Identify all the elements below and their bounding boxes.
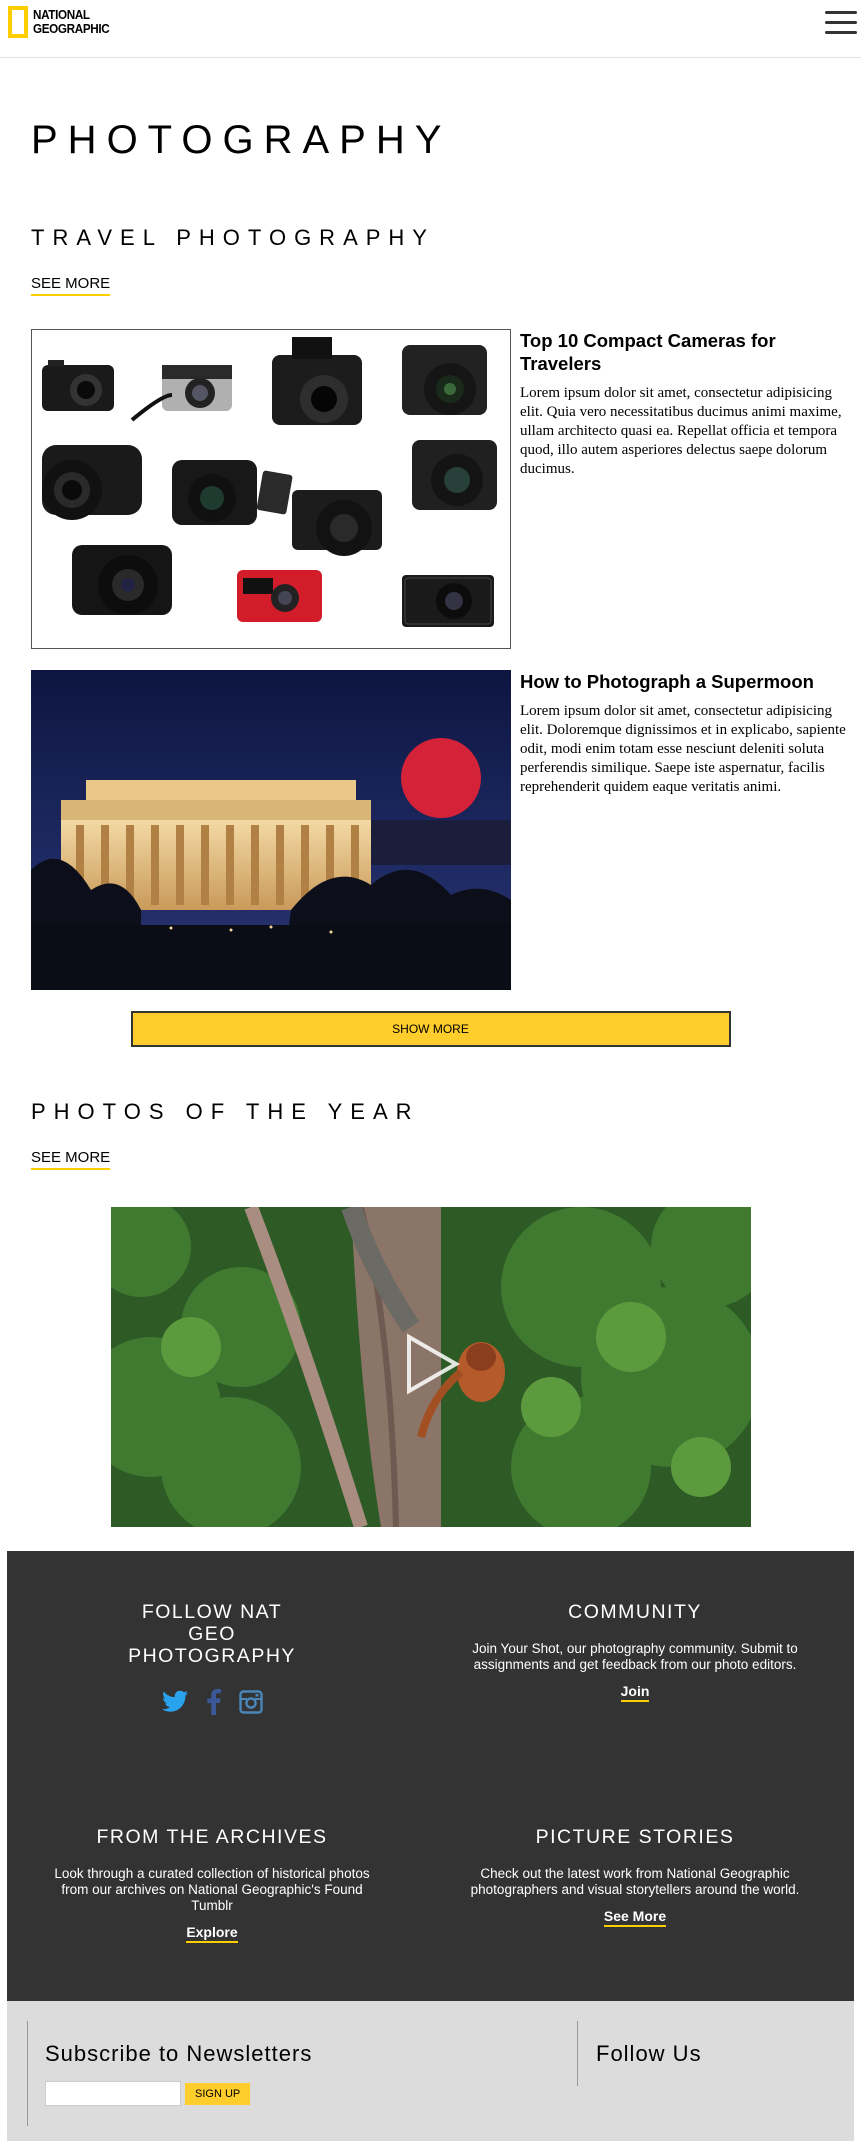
newsletter-section: Subscribe to Newsletters SIGN UP Follow …: [7, 2001, 854, 2141]
compact-cameras-illustration: [32, 330, 510, 648]
article-title[interactable]: How to Photograph a Supermoon: [520, 670, 850, 693]
follow-us-title: Follow Us: [596, 2041, 702, 2066]
photos-of-the-year-heading: PHOTOS OF THE YEAR: [31, 1099, 420, 1124]
newsletter-form: SIGN UP: [45, 2081, 312, 2106]
natgeo-logo[interactable]: NATIONAL GEOGRAPHIC: [8, 6, 118, 38]
article-excerpt: Lorem ipsum dolor sit amet, consectetur …: [520, 703, 846, 795]
archives-title: FROM THE ARCHIVES: [96, 1826, 328, 1848]
article-card-supermoon[interactable]: How to Photograph a Supermoon Lorem ipsu…: [31, 670, 861, 990]
newsletter-email-input[interactable]: [45, 2081, 181, 2106]
hamburger-bar: [825, 21, 857, 24]
archives-text: Look through a curated collection of his…: [54, 1866, 370, 1913]
footer-dark-section: FOLLOW NAT GEO PHOTOGRAPHY COMMUNITY Joi…: [7, 1551, 854, 2001]
community-section: COMMUNITY Join Your Shot, our photograph…: [430, 1601, 840, 1702]
orangutan-tree-photo: [110, 1207, 751, 1527]
hamburger-bar: [825, 31, 857, 34]
follow-us-block: Follow Us: [577, 2021, 702, 2086]
archives-section: FROM THE ARCHIVES Look through a curated…: [7, 1826, 417, 1943]
article-image-supermoon[interactable]: [31, 670, 511, 990]
picture-stories-title: PICTURE STORIES: [535, 1826, 735, 1848]
follow-title: FOLLOW NAT GEO PHOTOGRAPHY: [128, 1601, 296, 1667]
community-title: COMMUNITY: [568, 1601, 702, 1623]
newsletter-title: Subscribe to Newsletters: [45, 2041, 313, 2066]
photos-of-the-year-video[interactable]: [110, 1207, 751, 1527]
page-title: PHOTOGRAPHY: [31, 118, 452, 162]
supermoon-lincoln-memorial-photo: [31, 670, 511, 990]
site-header: NATIONAL GEOGRAPHIC: [0, 0, 861, 58]
picture-stories-text: Check out the latest work from National …: [470, 1866, 800, 1897]
twitter-icon[interactable]: [161, 1690, 189, 1719]
article-text-cameras: Top 10 Compact Cameras for Travelers Lor…: [520, 329, 850, 479]
logo-line-1: NATIONAL: [33, 7, 90, 22]
follow-section: FOLLOW NAT GEO PHOTOGRAPHY: [7, 1601, 417, 1720]
travel-see-more-link[interactable]: SEE MORE: [31, 275, 111, 296]
logo-wordmark: NATIONAL GEOGRAPHIC: [33, 7, 110, 36]
hamburger-menu-icon[interactable]: [825, 11, 857, 37]
poy-see-more-link[interactable]: SEE MORE: [31, 1149, 111, 1170]
facebook-icon[interactable]: [207, 1689, 221, 1720]
newsletter-subscribe: Subscribe to Newsletters SIGN UP: [27, 2021, 312, 2126]
show-more-button[interactable]: SHOW MORE: [130, 1011, 731, 1047]
community-text: Join Your Shot, our photography communit…: [472, 1641, 798, 1672]
article-excerpt: Lorem ipsum dolor sit amet, consectetur …: [520, 385, 842, 477]
article-title[interactable]: Top 10 Compact Cameras for Travelers: [520, 329, 850, 375]
join-link[interactable]: Join: [620, 1683, 650, 1702]
article-image-cameras[interactable]: [31, 329, 511, 649]
logo-yellow-frame-icon: [8, 6, 28, 38]
instagram-icon[interactable]: [239, 1690, 263, 1719]
social-links: [7, 1689, 417, 1720]
travel-photography-heading: TRAVEL PHOTOGRAPHY: [31, 225, 435, 250]
article-card-cameras[interactable]: Top 10 Compact Cameras for Travelers Lor…: [31, 329, 861, 649]
article-text-supermoon: How to Photograph a Supermoon Lorem ipsu…: [520, 670, 850, 797]
logo-line-2: GEOGRAPHIC: [33, 21, 110, 36]
picture-stories-see-more-link[interactable]: See More: [603, 1908, 667, 1927]
sign-up-button[interactable]: SIGN UP: [185, 2083, 251, 2105]
hamburger-bar: [825, 11, 857, 14]
picture-stories-section: PICTURE STORIES Check out the latest wor…: [430, 1826, 840, 1927]
explore-link[interactable]: Explore: [186, 1924, 238, 1943]
